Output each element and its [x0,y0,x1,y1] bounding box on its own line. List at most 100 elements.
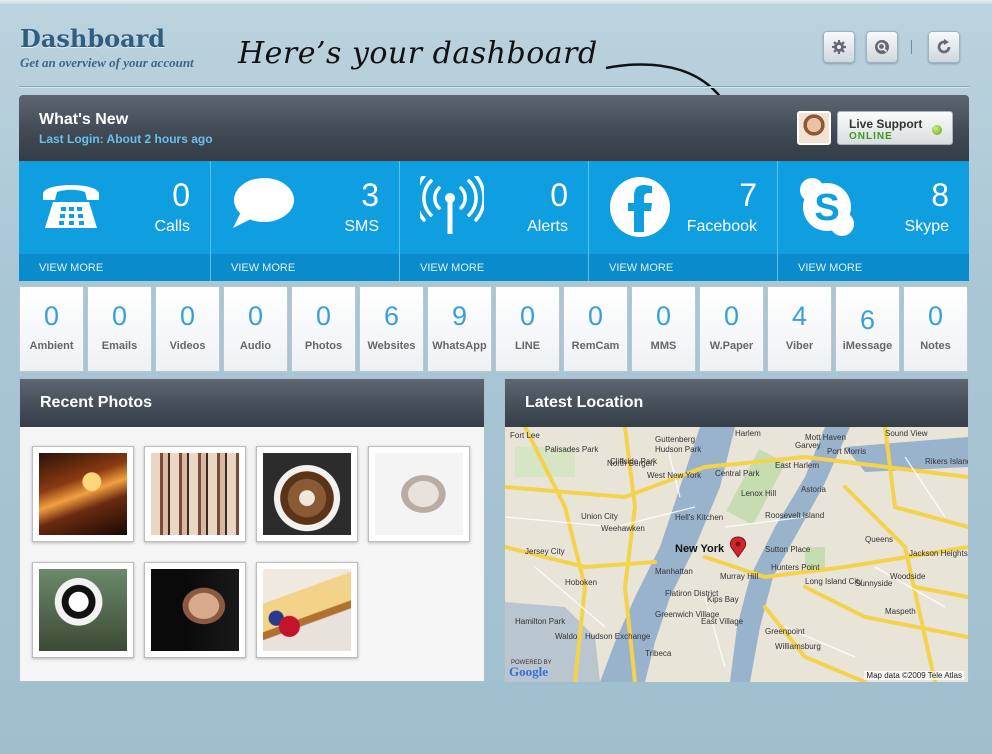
svg-text:S: S [814,187,839,229]
sms-view-more-link[interactable]: VIEW MORE [211,254,399,281]
counter-label: Emails [101,340,138,352]
alerts-view-more-link[interactable]: VIEW MORE [400,254,588,281]
photo-thumbnail[interactable] [144,562,246,658]
bar-storefront-photo [39,453,127,535]
calls-label: Calls [154,218,190,235]
counter-value: 0 [247,301,264,331]
refresh-button[interactable] [928,31,960,63]
map-label: Astoria [801,485,826,494]
map-label: Weehawken [601,524,645,533]
counters-row: 0 Ambient 0 Emails 0 Videos 0 Audio 0 Photos … [19,286,969,372]
map-label: Central Park [715,469,760,478]
counter-ambient[interactable]: 0 Ambient [19,286,84,372]
kitten-photo [375,453,463,535]
photo-thumbnail[interactable] [256,446,358,542]
photo-thumbnail[interactable] [32,562,134,658]
counter-label: W.Paper [709,340,754,352]
search-icon [875,40,889,54]
counter-value: 0 [179,301,196,331]
map-label: West New York [647,471,702,480]
settings-button[interactable] [823,31,855,63]
counter-label: WhatsApp [432,340,487,352]
google-logo[interactable]: Google [509,664,548,680]
map-label: Rikers Island [925,457,968,466]
photo-thumbnail[interactable] [144,446,246,542]
antenna-icon [420,176,484,234]
counter-label: Viber [785,340,814,352]
latte-art-photo [263,453,351,535]
counter-wallpaper[interactable]: 0 W.Paper [699,286,764,372]
map-label: Sutton Place [765,545,811,554]
counter-value: 9 [451,301,468,331]
header-divider [19,86,969,87]
counter-videos[interactable]: 0 Videos [155,286,220,372]
latest-location-panel: Latest Location Fort Lee Palisades Park … [504,378,969,682]
live-support-label: Live Support [849,117,923,131]
map-label: Hoboken [565,578,598,587]
whats-new-title: What's New [39,111,129,128]
counter-photos[interactable]: 0 Photos [291,286,356,372]
counter-imessage[interactable]: 6 iMessage [835,286,900,372]
calls-view-more-link[interactable]: VIEW MORE [19,254,210,281]
photo-thumbnail[interactable] [256,562,358,658]
map-canvas [505,427,968,682]
page-header: Dashboard Get an overview of your accoun… [20,24,194,71]
counter-label: Photos [304,340,343,352]
live-support-button[interactable]: Live Support ONLINE [837,111,953,145]
photo-thumbnail[interactable] [32,446,134,542]
map-label: Hudson Park [655,445,702,454]
counter-value: 6 [859,305,876,335]
gear-icon [832,40,846,54]
counter-websites[interactable]: 6 Websites [359,286,424,372]
stat-tile-facebook[interactable]: 7 Facebook VIEW MORE [589,161,778,281]
map-label: Williamsburg [775,642,821,651]
stat-tile-calls[interactable]: 0 Calls VIEW MORE [19,161,211,281]
map-attribution: Map data ©2009 Tele Atlas [864,671,964,680]
map-label: Murray Hill [720,572,759,581]
vintage-fashion-photo [151,453,239,535]
support-agent-avatar [797,111,831,145]
annotation-text: Here’s your dashboard [238,36,598,71]
counter-label: Websites [367,340,416,352]
skype-view-more-link[interactable]: VIEW MORE [778,254,969,281]
map-label: Union City [581,512,618,521]
counter-value: 0 [723,301,740,331]
map-label: Hamilton Park [515,617,566,626]
facebook-label: Facebook [686,218,757,235]
counter-label: Audio [239,340,272,352]
latest-location-title: Latest Location [505,379,968,427]
photo-thumbnail[interactable] [368,446,470,542]
counter-whatsapp[interactable]: 9 WhatsApp [427,286,492,372]
stat-tile-sms[interactable]: 3 SMS VIEW MORE [211,161,400,281]
map-label: Garvey [795,441,821,450]
map-label: Maspeth [885,607,916,616]
counter-line[interactable]: 0 LINE [495,286,560,372]
page-subtitle: Get an overview of your account [20,55,194,70]
counter-remcam[interactable]: 0 RemCam [563,286,628,372]
search-button[interactable] [866,31,898,63]
counter-notes[interactable]: 0 Notes [903,286,968,372]
map-label: Jersey City [525,547,565,556]
counter-viber[interactable]: 4 Viber [767,286,832,372]
last-login-text: Last Login: About 2 hours ago [39,132,213,146]
map-label: Port Morris [827,447,867,456]
stat-tile-alerts[interactable]: 0 Alerts VIEW MORE [400,161,589,281]
map-label: Harlem [735,429,761,438]
counter-emails[interactable]: 0 Emails [87,286,152,372]
facebook-view-more-link[interactable]: VIEW MORE [589,254,777,281]
facebook-icon [610,177,670,237]
counter-mms[interactable]: 0 MMS [631,286,696,372]
top-edge [0,0,992,4]
stats-row: 0 Calls VIEW MORE 3 SMS VIEW MORE 0 Aler… [19,161,969,281]
chat-bubble-icon [233,178,294,228]
stat-tile-skype[interactable]: S 8 Skype VIEW MORE [778,161,969,281]
alerts-label: Alerts [527,218,568,235]
map-label: Roosevelt Island [765,511,825,520]
map-label: Lenox Hill [741,489,777,498]
counter-value: 0 [587,301,604,331]
recent-photos-panel: Recent Photos [19,378,485,682]
location-map[interactable]: Fort Lee Palisades Park Cliffside Park N… [505,427,968,682]
counter-value: 0 [519,301,536,331]
map-label: Greenwich Village [655,610,720,619]
counter-audio[interactable]: 0 Audio [223,286,288,372]
